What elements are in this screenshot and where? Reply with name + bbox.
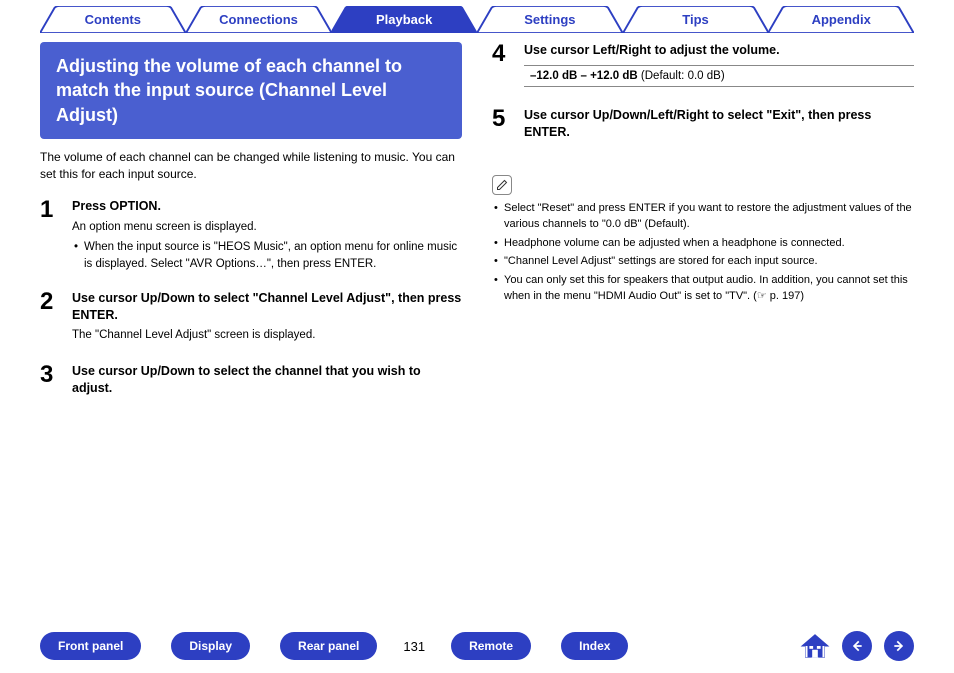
- step-4: 4 Use cursor Left/Right to adjust the vol…: [492, 42, 914, 91]
- step-number: 5: [492, 107, 514, 145]
- bottom-left-group: Front panel Display Rear panel: [40, 632, 377, 660]
- notes-list: Select "Reset" and press ENTER if you wa…: [492, 201, 914, 306]
- step-heading: Use cursor Left/Right to adjust the volu…: [524, 42, 914, 59]
- step-heading: Use cursor Up/Down to select the channel…: [72, 363, 462, 397]
- step-heading: Use cursor Up/Down to select "Channel Le…: [72, 290, 462, 324]
- tab-contents[interactable]: Contents: [40, 6, 186, 33]
- tab-appendix[interactable]: Appendix: [768, 6, 914, 33]
- step-number: 4: [492, 42, 514, 91]
- step-3: 3 Use cursor Up/Down to select the channe…: [40, 363, 462, 401]
- range-box: –12.0 dB – +12.0 dB (Default: 0.0 dB): [524, 65, 914, 87]
- page-body: Adjusting the volume of each channel to …: [0, 38, 954, 417]
- step-subtext: An option menu screen is displayed.: [72, 219, 462, 235]
- note-item: Select "Reset" and press ENTER if you wa…: [492, 201, 914, 233]
- step-subtext: The "Channel Level Adjust" screen is dis…: [72, 327, 462, 343]
- top-tabbar: ContentsConnectionsPlaybackSettingsTipsA…: [0, 0, 954, 38]
- tab-connections[interactable]: Connections: [186, 6, 332, 33]
- step-heading: Press OPTION.: [72, 198, 462, 215]
- index-button[interactable]: Index: [561, 632, 628, 660]
- next-page-icon[interactable]: [884, 631, 914, 661]
- note-item: "Channel Level Adjust" settings are stor…: [492, 254, 914, 270]
- tab-tips[interactable]: Tips: [623, 6, 769, 33]
- step-number: 3: [40, 363, 62, 401]
- page-number: 131: [397, 639, 431, 654]
- tab-playback[interactable]: Playback: [331, 6, 477, 33]
- step-number: 2: [40, 290, 62, 348]
- bottom-mid-group: Remote Index: [451, 632, 628, 660]
- note-item: You can only set this for speakers that …: [492, 273, 914, 305]
- section-title: Adjusting the volume of each channel to …: [40, 42, 462, 139]
- rear-panel-button[interactable]: Rear panel: [280, 632, 377, 660]
- nav-icons: [800, 631, 914, 661]
- bottom-bar: Front panel Display Rear panel 131 Remot…: [0, 631, 954, 661]
- prev-page-icon[interactable]: [842, 631, 872, 661]
- home-icon[interactable]: [800, 631, 830, 661]
- step-1: 1 Press OPTION. An option menu screen is d…: [40, 198, 462, 273]
- tab-settings[interactable]: Settings: [477, 6, 623, 33]
- note-icon: [492, 175, 512, 195]
- step-bullet: When the input source is "HEOS Music", a…: [72, 239, 462, 271]
- left-column: Adjusting the volume of each channel to …: [40, 42, 462, 417]
- right-column: 4 Use cursor Left/Right to adjust the vol…: [492, 42, 914, 417]
- remote-button[interactable]: Remote: [451, 632, 531, 660]
- step-bullets: When the input source is "HEOS Music", a…: [72, 239, 462, 271]
- intro-text: The volume of each channel can be change…: [40, 149, 462, 183]
- step-2: 2 Use cursor Up/Down to select "Channel L…: [40, 290, 462, 348]
- note-item: Headphone volume can be adjusted when a …: [492, 236, 914, 252]
- step-5: 5 Use cursor Up/Down/Left/Right to select…: [492, 107, 914, 145]
- step-number: 1: [40, 198, 62, 273]
- display-button[interactable]: Display: [171, 632, 250, 660]
- front-panel-button[interactable]: Front panel: [40, 632, 141, 660]
- step-heading: Use cursor Up/Down/Left/Right to select …: [524, 107, 914, 141]
